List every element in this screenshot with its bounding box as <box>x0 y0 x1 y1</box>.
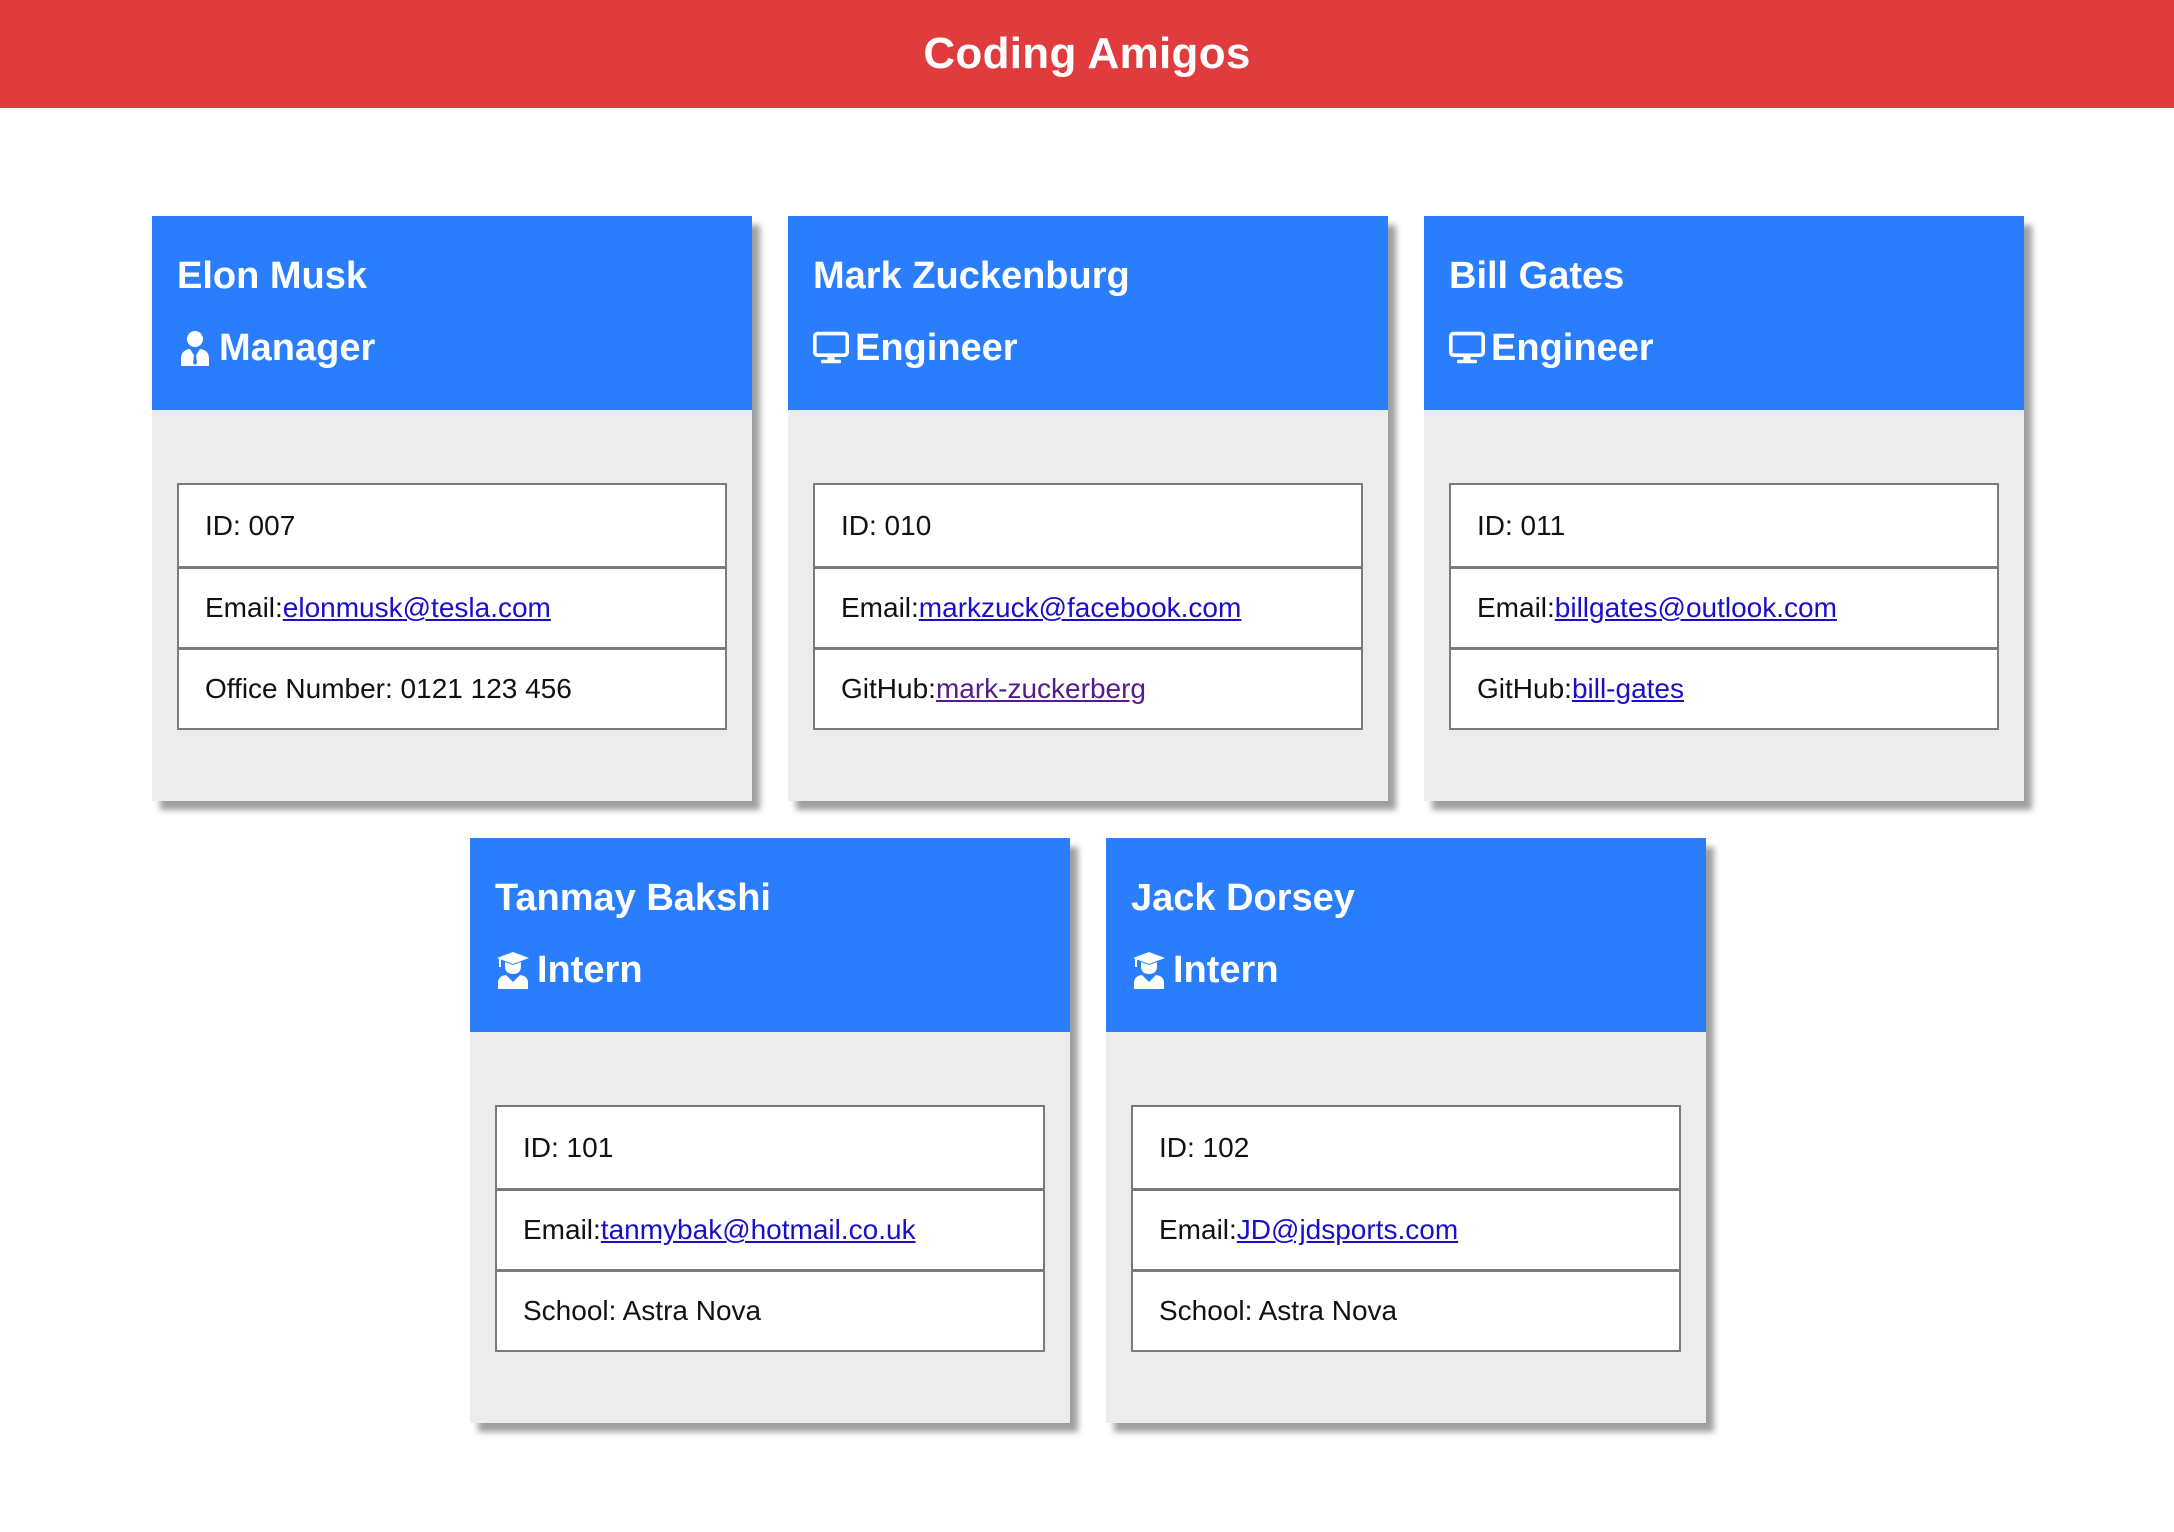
role-label: Manager <box>219 327 376 369</box>
employee-name: Mark Zuckenburg <box>813 255 1130 297</box>
email-link[interactable]: elonmusk@tesla.com <box>283 592 551 624</box>
card-body: ID: 102 Email: JD@jdsports.com School: As… <box>1106 1032 1706 1352</box>
email-label: Email: <box>841 592 919 623</box>
card-header: Mark Zuckenburg Engineer <box>788 216 1388 410</box>
github-link[interactable]: bill-gates <box>1572 673 1684 705</box>
id-item: ID: 007 <box>179 485 725 566</box>
card-header: Jack Dorsey Intern <box>1106 838 1706 1032</box>
employee-name: Bill Gates <box>1449 255 1625 297</box>
desktop-icon <box>813 329 849 367</box>
employee-card-engineer: Mark Zuckenburg Engineer ID: 010 Email: m… <box>788 216 1388 801</box>
github-label: GitHub: <box>841 673 936 704</box>
desktop-icon <box>1449 329 1485 367</box>
email-item: Email: markzuck@facebook.com <box>815 566 1361 647</box>
card-body: ID: 011 Email: billgates@outlook.com GitH… <box>1424 410 2024 730</box>
id-item: ID: 101 <box>497 1107 1043 1188</box>
card-header: Tanmay Bakshi Intern <box>470 838 1070 1032</box>
employee-name: Elon Musk <box>177 255 368 297</box>
graduate-icon <box>1131 951 1167 989</box>
employee-card-engineer: Bill Gates Engineer ID: 011 Email: billga… <box>1424 216 2024 801</box>
employee-details-list: ID: 101 Email: tanmybak@hotmail.co.uk Sch… <box>495 1105 1045 1352</box>
email-item: Email: JD@jdsports.com <box>1133 1188 1679 1269</box>
github-label: GitHub: <box>1477 673 1572 704</box>
employee-details-list: ID: 102 Email: JD@jdsports.com School: As… <box>1131 1105 1681 1352</box>
page-title: Coding Amigos <box>923 29 1251 78</box>
email-link[interactable]: billgates@outlook.com <box>1555 592 1837 624</box>
employee-role: Intern <box>495 948 1045 992</box>
office-number-item: Office Number: 0121 123 456 <box>179 647 725 728</box>
card-body: ID: 007 Email: elonmusk@tesla.com Office … <box>152 410 752 730</box>
email-item: Email: elonmusk@tesla.com <box>179 566 725 647</box>
card-body: ID: 010 Email: markzuck@facebook.com GitH… <box>788 410 1388 730</box>
card-header: Bill Gates Engineer <box>1424 216 2024 410</box>
employee-details-list: ID: 010 Email: markzuck@facebook.com GitH… <box>813 483 1363 730</box>
employee-card-intern: Tanmay Bakshi Intern ID: 101 Email: tanmy… <box>470 838 1070 1423</box>
email-link[interactable]: JD@jdsports.com <box>1237 1214 1458 1246</box>
email-item: Email: billgates@outlook.com <box>1451 566 1997 647</box>
github-item: GitHub: bill-gates <box>1451 647 1997 728</box>
email-item: Email: tanmybak@hotmail.co.uk <box>497 1188 1043 1269</box>
employee-card-manager: Elon Musk Manager ID: 007 Email: elonmusk… <box>152 216 752 801</box>
role-label: Engineer <box>1491 327 1654 369</box>
school-item: School: Astra Nova <box>497 1269 1043 1350</box>
email-link[interactable]: markzuck@facebook.com <box>919 592 1242 624</box>
page-header: Coding Amigos <box>0 0 2174 108</box>
github-item: GitHub: mark-zuckerberg <box>815 647 1361 728</box>
email-link[interactable]: tanmybak@hotmail.co.uk <box>601 1214 916 1246</box>
employee-role: Intern <box>1131 948 1681 992</box>
employee-card-intern: Jack Dorsey Intern ID: 102 Email: JD@jdsp… <box>1106 838 1706 1423</box>
github-link[interactable]: mark-zuckerberg <box>936 673 1146 705</box>
card-header: Elon Musk Manager <box>152 216 752 410</box>
graduate-icon <box>495 951 531 989</box>
employee-name: Tanmay Bakshi <box>495 877 771 919</box>
id-item: ID: 011 <box>1451 485 1997 566</box>
role-label: Intern <box>1173 949 1279 991</box>
employee-name: Jack Dorsey <box>1131 877 1355 919</box>
employee-details-list: ID: 011 Email: billgates@outlook.com GitH… <box>1449 483 1999 730</box>
email-label: Email: <box>1159 1214 1237 1245</box>
employee-details-list: ID: 007 Email: elonmusk@tesla.com Office … <box>177 483 727 730</box>
card-body: ID: 101 Email: tanmybak@hotmail.co.uk Sch… <box>470 1032 1070 1352</box>
employee-role: Engineer <box>813 326 1363 370</box>
email-label: Email: <box>205 592 283 623</box>
id-item: ID: 010 <box>815 485 1361 566</box>
employee-role: Engineer <box>1449 326 1999 370</box>
email-label: Email: <box>523 1214 601 1245</box>
id-item: ID: 102 <box>1133 1107 1679 1188</box>
employee-role: Manager <box>177 326 727 370</box>
role-label: Intern <box>537 949 643 991</box>
email-label: Email: <box>1477 592 1555 623</box>
school-item: School: Astra Nova <box>1133 1269 1679 1350</box>
role-label: Engineer <box>855 327 1018 369</box>
user-tie-icon <box>177 329 213 367</box>
